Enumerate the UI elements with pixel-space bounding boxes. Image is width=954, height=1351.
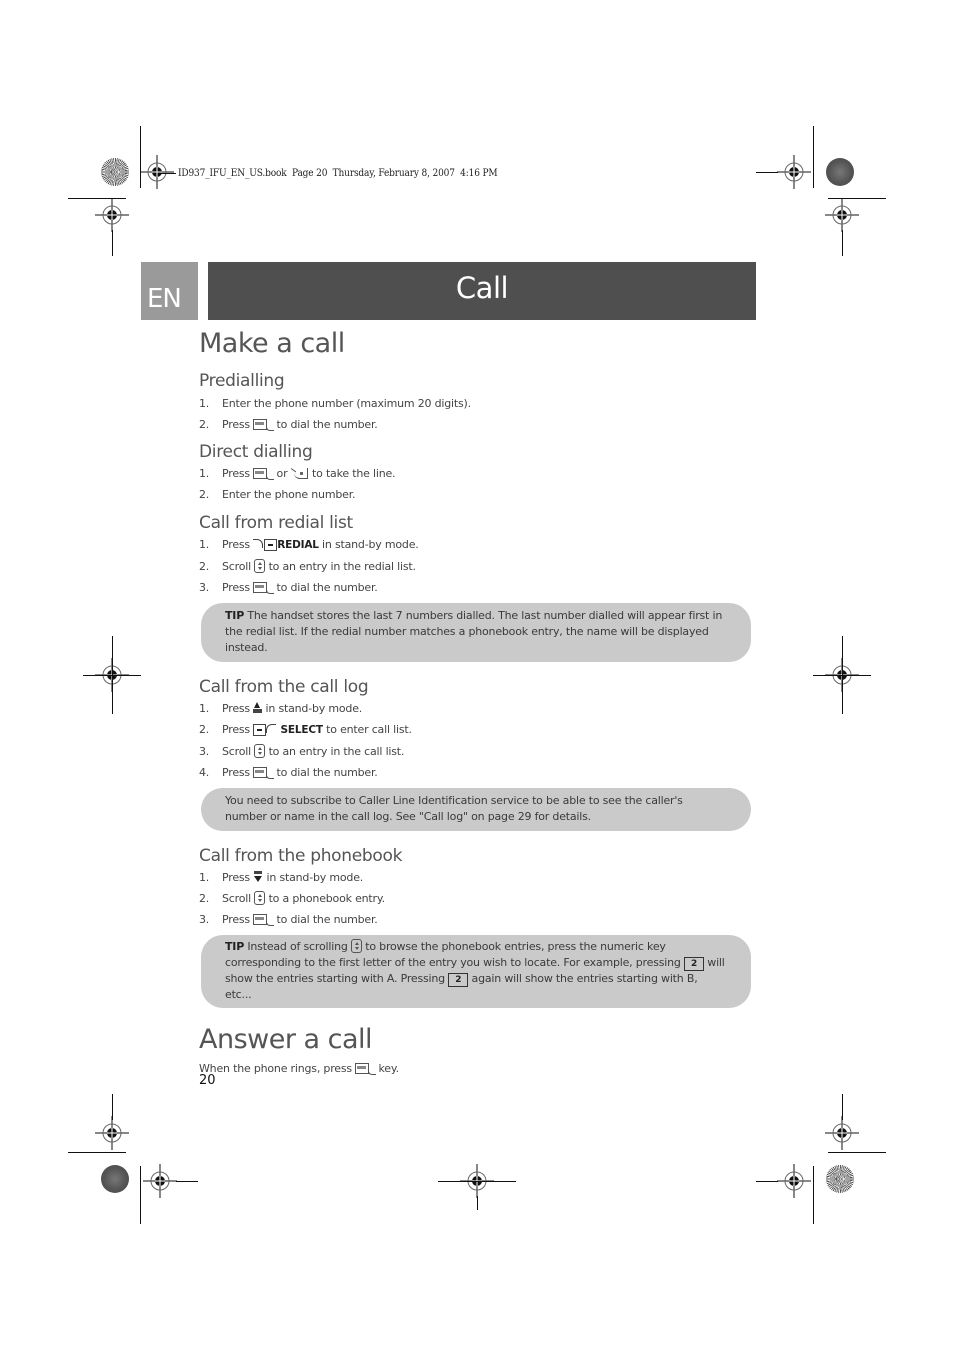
list-item: 1. Press in stand-by mode. — [199, 702, 363, 715]
key-label-redial: REDIAL — [277, 539, 319, 551]
print-slug: ID937_IFU_EN_US.book Page 20 Thursday, F… — [178, 167, 498, 179]
registration-star-icon — [826, 1165, 854, 1193]
step-list: 1. Enter the phone number (maximum 20 dig… — [199, 393, 759, 435]
subsection-predialling: Predialling 1. Enter the phone number (ma… — [199, 370, 759, 435]
talk-key-icon — [253, 468, 275, 480]
list-item: 3. Press to dial the number. — [199, 913, 378, 926]
subsection-phonebook: Call from the phonebook 1. Press in stand… — [199, 845, 759, 1008]
list-item: 2. Press SELECT to enter call list. — [199, 723, 412, 736]
section-answer-a-call: Answer a call When the phone rings, pres… — [199, 1022, 759, 1078]
list-item: 2. Enter the phone number. — [199, 488, 356, 501]
step-list: 1. Press or to take the line. 2. Enter the… — [199, 463, 759, 505]
language-label: EN — [147, 284, 182, 314]
speaker-key-icon — [291, 468, 309, 480]
step-list: 1. Press REDIAL in stand-by mode. 2. Scrol… — [199, 534, 759, 598]
tip-label: TIP — [225, 609, 245, 622]
registration-target-icon — [95, 198, 129, 232]
tip-label: TIP — [225, 940, 245, 953]
registration-target-icon — [95, 1116, 129, 1150]
note-box: You need to subscribe to Caller Line Ide… — [201, 788, 751, 831]
list-item: 1. Press in stand-by mode. — [199, 871, 364, 884]
subsection-call-log: Call from the call log 1. Press in stand-… — [199, 676, 759, 831]
numeric-key-2-icon: 2 — [448, 973, 469, 987]
subsection-redial-list: Call from redial list 1. Press REDIAL in … — [199, 512, 759, 662]
list-item: 2. Scroll to an entry in the redial list. — [199, 559, 416, 573]
scroll-key-icon — [254, 744, 266, 758]
talk-key-icon — [355, 1063, 377, 1075]
numeric-key-2-icon: 2 — [683, 957, 704, 971]
chapter-title: Call — [455, 271, 509, 305]
registration-star-icon — [101, 1165, 129, 1193]
section-title-make-a-call: Make a call — [199, 328, 345, 359]
step-list: 1. Press in stand-by mode. 2. Press SELECT… — [199, 698, 759, 783]
answer-instruction: When the phone rings, press key. — [199, 1062, 399, 1075]
step-list: 1. Press in stand-by mode. 2. Scroll to a … — [199, 867, 759, 930]
registration-target-icon — [140, 155, 174, 189]
subsection-title: Call from redial list — [199, 513, 353, 533]
note-text: You need to subscribe to Caller Line Ide… — [225, 794, 683, 823]
chapter-title-bar: Call — [208, 262, 756, 320]
scroll-key-icon — [254, 891, 266, 905]
left-softkey-icon — [253, 724, 277, 736]
talk-key-icon — [253, 767, 275, 779]
subsection-title: Call from the call log — [199, 677, 369, 697]
registration-target-icon — [777, 1164, 811, 1198]
list-item: 3. Scroll to an entry in the call list. — [199, 744, 405, 758]
subsection-title: Direct dialling — [199, 442, 313, 462]
list-item: 2. Scroll to a phonebook entry. — [199, 891, 385, 905]
page-content: Make a call Predialling 1. Enter the phon… — [199, 326, 759, 1078]
talk-key-icon — [253, 582, 275, 594]
key-label-select: SELECT — [280, 724, 323, 736]
registration-target-icon — [825, 1116, 859, 1150]
tip-box: TIP The handset stores the last 7 number… — [201, 603, 751, 662]
talk-key-icon — [253, 419, 275, 431]
list-item: 1. Press or to take the line. — [199, 467, 396, 480]
scroll-key-icon — [350, 939, 362, 953]
language-tab: EN — [141, 262, 198, 320]
tip-text: The handset stores the last 7 numbers di… — [225, 609, 723, 654]
registration-star-icon — [101, 158, 129, 186]
registration-target-icon — [777, 155, 811, 189]
phonebook-down-key-icon — [253, 871, 263, 884]
call-log-up-key-icon — [253, 702, 263, 715]
subsection-title: Call from the phonebook — [199, 846, 403, 866]
list-item: 2. Press to dial the number. — [199, 418, 378, 431]
subsection-title: Predialling — [199, 371, 285, 391]
right-softkey-icon — [253, 539, 278, 551]
page-number: 20 — [199, 1073, 216, 1088]
registration-target-icon — [143, 1164, 177, 1198]
registration-star-icon — [826, 158, 854, 186]
scroll-key-icon — [254, 559, 266, 573]
list-item: 1. Enter the phone number (maximum 20 dig… — [199, 397, 471, 410]
list-item: 4. Press to dial the number. — [199, 766, 378, 779]
list-item: 1. Press REDIAL in stand-by mode. — [199, 538, 419, 551]
tip-box: TIP Instead of scrolling to browse the p… — [201, 935, 751, 1008]
subsection-direct-dialling: Direct dialling 1. Press or to take the l… — [199, 441, 759, 505]
talk-key-icon — [253, 914, 275, 926]
registration-target-icon — [825, 198, 859, 232]
section-title-answer-a-call: Answer a call — [199, 1024, 373, 1055]
list-item: 3. Press to dial the number. — [199, 581, 378, 594]
